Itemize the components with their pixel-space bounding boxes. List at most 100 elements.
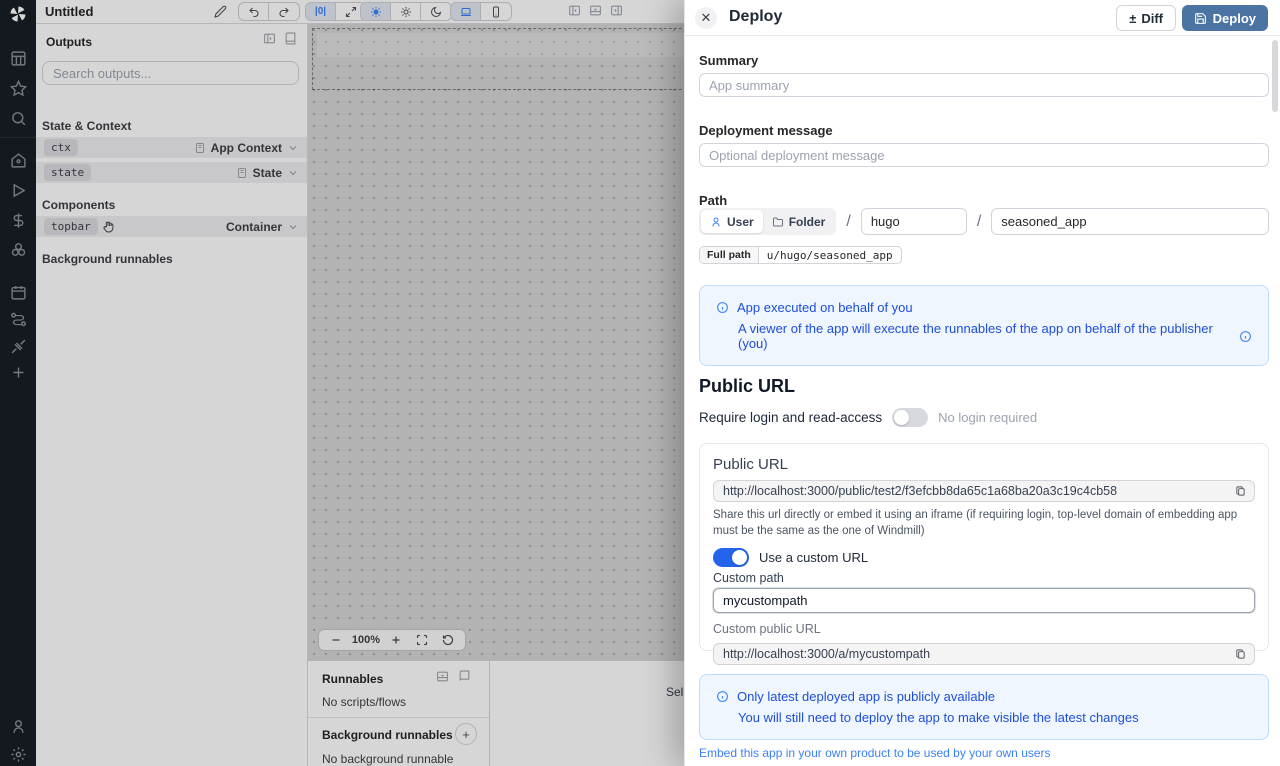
toggle-knob [732, 550, 747, 565]
info-icon[interactable] [1239, 330, 1252, 343]
require-login-toggle[interactable] [892, 408, 928, 427]
runs-icon[interactable] [10, 182, 27, 199]
summary-label: Summary [699, 53, 758, 68]
docs-book-icon[interactable] [458, 670, 471, 683]
deploy-button[interactable]: Deploy [1182, 5, 1268, 31]
fit-view-button[interactable] [409, 634, 435, 646]
search-outputs-input[interactable] [42, 61, 299, 85]
mobile-view-button[interactable] [481, 3, 511, 20]
hide-right-panel-icon[interactable] [610, 4, 623, 17]
chevron-down-icon[interactable] [287, 221, 299, 233]
close-drawer-button[interactable]: ✕ [695, 7, 717, 29]
info-icon [716, 301, 729, 314]
outputs-title: Outputs [46, 35, 92, 49]
background-runnables-heading: Background runnables [42, 252, 173, 266]
settings-gear-icon[interactable] [10, 746, 27, 763]
ctx-type-label: App Context [211, 141, 282, 155]
require-login-label: Require login and read-access [699, 410, 882, 425]
custom-path-input[interactable] [713, 588, 1255, 613]
custom-url-toggle[interactable] [713, 548, 749, 567]
custom-public-url-value: http://localhost:3000/a/mycustompath [723, 647, 930, 661]
custom-public-url-field[interactable]: http://localhost:3000/a/mycustompath [713, 643, 1255, 665]
owner-kind-user[interactable]: User [701, 210, 763, 233]
add-background-runnable-button[interactable]: + [455, 723, 477, 745]
app-sidebar [0, 0, 36, 766]
login-state-label: No login required [938, 410, 1037, 425]
add-icon[interactable] [10, 364, 27, 381]
plus-minus-icon: ± [1129, 11, 1136, 26]
chevron-down-icon[interactable] [287, 142, 299, 154]
close-icon: ✕ [701, 10, 712, 26]
runnables-panel: Runnables No scripts/flows Background ru… [308, 660, 490, 766]
latest-deploy-info-title: Only latest deployed app is publicly ava… [737, 689, 995, 704]
hide-bottom-panel-icon[interactable] [589, 4, 602, 17]
owner-kind-folder[interactable]: Folder [763, 210, 835, 233]
embed-app-link[interactable]: Embed this app in your own product to be… [699, 746, 1051, 760]
collapse-bottom-icon[interactable] [436, 670, 449, 683]
resources-icon[interactable] [10, 241, 27, 258]
undo-button[interactable] [239, 3, 269, 20]
clipboard-icon[interactable] [1235, 485, 1246, 497]
zoom-in-button[interactable] [383, 634, 409, 646]
latest-deploy-info-body: You will still need to deploy the app to… [738, 710, 1139, 725]
diff-button-label: Diff [1141, 11, 1163, 26]
moon-icon [430, 6, 442, 18]
diff-button[interactable]: ± Diff [1116, 5, 1176, 31]
state-badge[interactable]: state [44, 164, 91, 181]
app-title[interactable]: Untitled [45, 4, 93, 19]
component-outline-toggle[interactable]: |0| [306, 3, 336, 20]
collapse-panel-icon[interactable] [263, 32, 276, 45]
flows-icon[interactable] [10, 311, 27, 328]
rotate-ccw-icon [442, 634, 454, 646]
zoom-out-button[interactable] [323, 634, 349, 646]
schedules-icon[interactable] [10, 284, 27, 301]
user-icon[interactable] [10, 718, 27, 735]
search-icon[interactable] [10, 110, 27, 127]
apps-icon[interactable] [10, 50, 27, 67]
public-url-field[interactable]: http://localhost:3000/public/test2/f3efc… [713, 480, 1255, 502]
reset-view-button[interactable] [435, 634, 461, 646]
drawer-scrollbar[interactable] [1272, 40, 1278, 112]
path-separator: / [977, 213, 981, 231]
scan-icon [416, 634, 428, 646]
windmill-logo-icon[interactable] [8, 4, 28, 24]
full-path-label: Full path [700, 247, 759, 263]
clipboard-icon[interactable] [1235, 648, 1246, 660]
workers-icon[interactable] [10, 338, 27, 355]
topbar-component[interactable] [317, 33, 684, 57]
custom-url-toggle-label: Use a custom URL [759, 550, 868, 565]
variables-icon[interactable] [10, 212, 27, 229]
theme-dark-button[interactable] [421, 3, 451, 20]
topbar-component-outline[interactable] [312, 28, 684, 90]
summary-input[interactable] [699, 73, 1269, 97]
desktop-view-button[interactable] [451, 3, 481, 20]
theme-light-button[interactable] [391, 3, 421, 20]
path-owner-input[interactable] [861, 208, 967, 235]
home-icon[interactable] [10, 152, 27, 169]
deploy-drawer: ✕ Deploy ± Diff Deploy Summary Deploymen… [684, 0, 1280, 766]
output-row-ctx[interactable]: ctx App Context [36, 137, 307, 158]
toggle-knob [894, 410, 909, 425]
ctx-badge[interactable]: ctx [44, 139, 78, 156]
edit-title-icon[interactable] [214, 5, 227, 18]
app-canvas[interactable]: 100% [308, 24, 684, 660]
hide-left-panel-icon[interactable] [568, 4, 581, 17]
outline-icon: |0| [315, 6, 326, 17]
star-icon[interactable] [10, 80, 27, 97]
topbar-type-label: Container [226, 220, 282, 234]
theme-light-active-button[interactable] [361, 3, 391, 20]
object-icon [194, 142, 206, 154]
folder-tab-label: Folder [789, 215, 826, 229]
redo-button[interactable] [269, 3, 299, 20]
chevron-down-icon[interactable] [287, 167, 299, 179]
deployment-message-input[interactable] [699, 143, 1269, 167]
docs-book-icon[interactable] [284, 32, 297, 45]
device-group [450, 2, 512, 21]
path-name-input[interactable] [991, 208, 1269, 235]
path-row: User Folder / / [699, 208, 1269, 235]
output-row-topbar[interactable]: topbar Container [36, 216, 307, 237]
laptop-icon [460, 6, 472, 18]
output-row-state[interactable]: state State [36, 162, 307, 183]
path-label: Path [699, 193, 727, 208]
topbar-badge[interactable]: topbar [44, 218, 98, 235]
